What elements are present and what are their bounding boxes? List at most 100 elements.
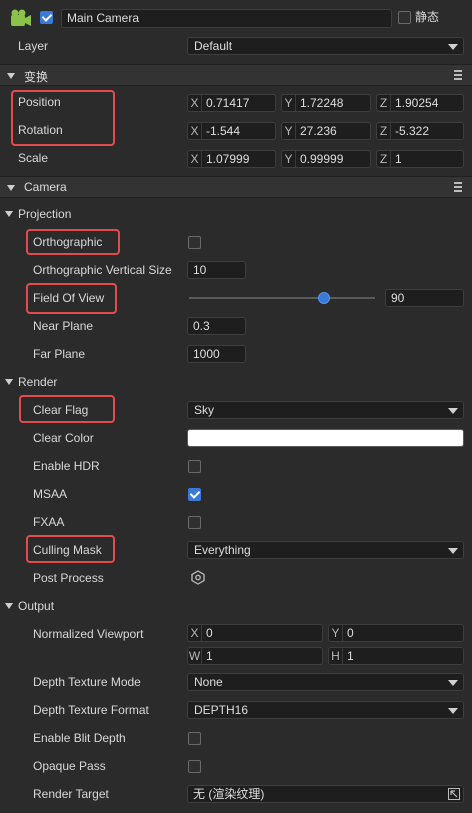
chevron-down-icon: [448, 708, 458, 714]
ortho-size-label: Orthographic Vertical Size: [33, 263, 172, 277]
scale-x-field[interactable]: X 1.07999: [187, 150, 276, 168]
projection-collapse-icon[interactable]: [5, 211, 13, 217]
axis-z-label: Z: [377, 123, 391, 139]
near-plane-input[interactable]: 0.3: [187, 317, 246, 335]
position-x-field[interactable]: X 0.71417: [187, 94, 276, 112]
ortho-size-input[interactable]: 10: [187, 261, 246, 279]
output-collapse-icon[interactable]: [5, 603, 13, 609]
clear-color-swatch[interactable]: [187, 429, 464, 447]
collapse-triangle-icon: [7, 73, 15, 79]
scale-y-value: 0.99999: [300, 152, 344, 166]
highlight-clear-flag: [19, 395, 115, 423]
rotation-x-field[interactable]: X -1.544: [187, 122, 276, 140]
static-label: 静态: [415, 10, 440, 24]
axis-w-label: W: [188, 648, 202, 664]
hexagon-gear-icon[interactable]: [191, 570, 205, 585]
enable-hdr-checkbox[interactable]: [188, 460, 201, 473]
scale-label: Scale: [18, 151, 49, 165]
position-x-value: 0.71417: [206, 96, 250, 110]
msaa-label: MSAA: [33, 487, 68, 501]
node-icon: [10, 8, 32, 28]
axis-z-label: Z: [377, 151, 391, 167]
static-checkbox[interactable]: [398, 11, 411, 24]
pick-target-icon[interactable]: [448, 788, 460, 800]
position-y-field[interactable]: Y 1.72248: [281, 94, 371, 112]
near-plane-label: Near Plane: [33, 319, 94, 333]
rotation-y-field[interactable]: Y 27.236: [281, 122, 371, 140]
render-target-value: 无 (渲染纹理): [193, 787, 265, 801]
axis-x-label: X: [188, 123, 202, 139]
axis-y-label: Y: [282, 151, 296, 167]
viewport-w-field[interactable]: W1: [187, 647, 323, 665]
depth-texture-mode-select[interactable]: None: [187, 673, 464, 691]
render-target-field[interactable]: 无 (渲染纹理): [187, 785, 464, 803]
rotation-z-value: -5.322: [395, 124, 430, 138]
culling-mask-value: Everything: [194, 543, 251, 557]
enable-blit-depth-label: Enable Blit Depth: [33, 731, 126, 745]
scale-z-field[interactable]: Z1: [376, 150, 464, 168]
viewport-h-field[interactable]: H1: [328, 647, 464, 665]
axis-z-label: Z: [377, 95, 391, 111]
post-process-label: Post Process: [33, 571, 104, 585]
position-z-value: 1.90254: [395, 96, 439, 110]
transform-section-header[interactable]: 变换: [0, 64, 472, 86]
axis-x-label: X: [188, 151, 202, 167]
highlight-orthographic: [26, 229, 120, 255]
rotation-z-field[interactable]: Z -5.322: [376, 122, 464, 140]
position-z-field[interactable]: Z 1.90254: [376, 94, 464, 112]
highlight-culling-mask: [26, 535, 115, 563]
far-plane-label: Far Plane: [33, 347, 86, 361]
hamburger-menu-icon[interactable]: [454, 182, 462, 192]
scale-z-value: 1: [395, 152, 402, 166]
orthographic-checkbox[interactable]: [188, 236, 201, 249]
chevron-down-icon: [448, 680, 458, 686]
viewport-w-value: 1: [206, 649, 213, 663]
depth-texture-format-select[interactable]: DEPTH16: [187, 701, 464, 719]
axis-y-label: Y: [282, 123, 296, 139]
fov-slider-handle[interactable]: [318, 292, 330, 304]
clear-color-label: Clear Color: [33, 431, 94, 445]
enable-hdr-label: Enable HDR: [33, 459, 100, 473]
clear-flag-select[interactable]: Sky: [187, 401, 464, 419]
axis-x-label: X: [188, 625, 202, 641]
clear-flag-value: Sky: [194, 403, 215, 417]
projection-title: Projection: [18, 207, 72, 221]
camera-section-header[interactable]: Camera: [0, 176, 472, 198]
viewport-h-value: 1: [347, 649, 354, 663]
node-active-checkbox[interactable]: [40, 11, 53, 24]
viewport-y-field[interactable]: Y0: [328, 624, 464, 642]
axis-y-label: Y: [329, 625, 343, 641]
position-y-value: 1.72248: [300, 96, 344, 110]
depth-texture-mode-label: Depth Texture Mode: [33, 675, 141, 689]
fov-slider-track[interactable]: [189, 297, 375, 299]
opaque-pass-label: Opaque Pass: [33, 759, 106, 773]
highlight-position-rotation: [11, 90, 115, 146]
scale-x-value: 1.07999: [206, 152, 250, 166]
render-collapse-icon[interactable]: [5, 379, 13, 385]
fxaa-checkbox[interactable]: [188, 516, 201, 529]
opaque-pass-checkbox[interactable]: [188, 760, 201, 773]
viewport-x-value: 0: [206, 626, 213, 640]
fov-input[interactable]: 90: [385, 289, 464, 307]
normalized-viewport-label: Normalized Viewport: [33, 627, 144, 641]
viewport-y-value: 0: [347, 626, 354, 640]
transform-title: 变换: [24, 70, 49, 84]
chevron-down-icon: [448, 408, 458, 414]
layer-label: Layer: [18, 39, 49, 53]
camera-title: Camera: [24, 180, 67, 194]
far-plane-input[interactable]: 1000: [187, 345, 246, 363]
output-title: Output: [18, 599, 55, 613]
node-name-input[interactable]: Main Camera: [61, 9, 392, 28]
collapse-triangle-icon: [7, 185, 15, 191]
axis-x-label: X: [188, 95, 202, 111]
scale-y-field[interactable]: Y 0.99999: [281, 150, 371, 168]
render-title: Render: [18, 375, 58, 389]
msaa-checkbox[interactable]: [188, 488, 201, 501]
enable-blit-depth-checkbox[interactable]: [188, 732, 201, 745]
viewport-x-field[interactable]: X0: [187, 624, 323, 642]
hamburger-menu-icon[interactable]: [454, 70, 462, 80]
axis-y-label: Y: [282, 95, 296, 111]
layer-select[interactable]: Default: [187, 37, 464, 55]
depth-texture-mode-value: None: [194, 675, 223, 689]
culling-mask-select[interactable]: Everything: [187, 541, 464, 559]
